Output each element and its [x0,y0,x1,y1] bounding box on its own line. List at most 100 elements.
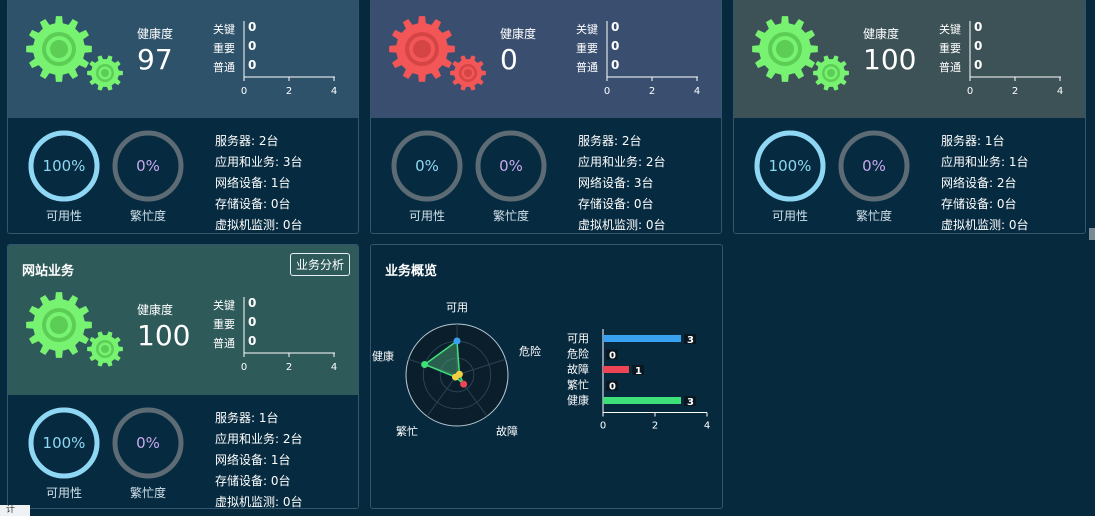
axis-tick-label: 0 [604,86,610,97]
busy-ring: 0% [112,130,184,202]
bar-value-label: 1 [635,366,642,377]
radar-point-0 [453,337,461,345]
level-value: 0 [248,334,256,348]
scrollbar-handle[interactable] [1089,228,1095,240]
radar-label: 故障 [496,424,518,438]
corner-widget: 计 [0,505,30,516]
gear-icon [752,16,849,91]
axis-tick-label: 4 [331,362,337,373]
device-info-item: 服务器: 2台 [578,134,642,148]
device-info-item: 虚拟机监测: 0台 [941,218,1029,232]
overview-card: 业务概览 可用 危险 故障 繁忙 健康 可用 3 危险 0 故障 1 繁忙 0 健康 3 0 2 4 [370,244,723,509]
card-footer: 100% 可用性 0% 繁忙度 服务器: 1台 应用和业务: 2台 网络设备: 1台 存储设备… [8,395,358,508]
device-info-item: 网络设备: 1台 [215,176,291,190]
radar-label: 繁忙 [396,424,418,438]
level-label: 重要 [939,41,961,55]
axis-tick-label: 4 [694,86,700,97]
health-label: 健康度 [500,27,537,41]
level-value: 0 [248,296,256,310]
busy-label: 繁忙度 [492,209,529,223]
level-value: 0 [248,20,256,34]
device-info-item: 存储设备: 0台 [215,197,291,211]
device-info-item: 网络设备: 3台 [578,176,654,190]
level-label: 关键 [213,22,235,36]
device-info-list: 服务器: 2台应用和业务: 2台 网络设备: 3台 存储设备: 0台 虚拟机监测: 0… [578,131,666,233]
device-info-item: 应用和业务: 2台 [578,155,666,169]
availability-value: 100% [768,157,812,175]
alert-level-chart: 关键 0 重要 0 普通 0 0 2 4 [576,20,700,97]
radar-label: 可用 [446,301,468,314]
bar-4 [603,397,681,404]
availability-ring: 0% [391,130,463,202]
axis-tick-label: 4 [1057,86,1063,97]
level-label: 重要 [213,317,235,331]
gear-icon [26,16,123,91]
level-value: 0 [974,20,982,34]
busy-ring: 0% [838,130,910,202]
bar-axis-tick: 4 [704,421,710,432]
bar-0 [603,335,681,342]
level-label: 关键 [939,22,961,36]
radar-label: 健康 [372,349,394,363]
device-info-item: 应用和业务: 3台 [215,155,303,169]
level-label: 普通 [213,336,235,350]
busy-label: 繁忙度 [129,486,166,500]
radar-point-3 [452,373,460,381]
health-value: 100 [863,43,917,76]
level-value: 0 [248,39,256,53]
busy-value: 0% [499,157,523,175]
device-info-item: 虚拟机监测: 0台 [215,218,303,232]
availability-ring: 100% [28,130,100,202]
availability-label: 可用性 [45,486,82,500]
radar-point-4 [421,360,429,368]
level-value: 0 [248,315,256,329]
busy-value: 0% [862,157,886,175]
status-card-1: 100% 可用性 0% 繁忙度 服务器: 2台 应用和业务: 3台 网络设备: 1台 存储设备… [7,0,359,234]
alert-level-chart: 关键 0 重要 0 普通 0 0 2 4 [939,20,1063,97]
device-info-item: 应用和业务: 2台 [215,432,303,446]
device-info-list: 服务器: 1台 应用和业务: 1台 网络设备: 2台 存储设备: 0台 虚拟机监测: 0… [941,131,1029,233]
bar-category-label: 健康 [567,393,589,407]
bar-category-label: 危险 [567,347,589,361]
gear-icon [389,16,486,91]
level-value: 0 [611,58,619,72]
device-info-item: 虚拟机监测: 0台 [578,218,666,232]
bar-value-label: 0 [609,382,616,393]
level-label: 普通 [576,60,598,74]
availability-label: 可用性 [771,209,808,223]
busy-label: 繁忙度 [855,209,892,223]
bar-axis-tick: 0 [600,421,606,432]
device-info-item: 存储设备: 0台 [578,197,654,211]
gear-icon [26,292,123,367]
busy-ring: 0% [475,130,547,202]
level-value: 0 [611,20,619,34]
device-info-item: 服务器: 2台 [215,134,279,148]
axis-tick-label: 2 [649,86,655,97]
health-label: 健康度 [137,303,174,317]
bar-value-label: 3 [687,335,694,346]
axis-tick-label: 0 [967,86,973,97]
level-label: 重要 [576,41,598,55]
bar-value-label: 3 [687,397,694,408]
radar-point-2 [460,380,468,388]
level-label: 普通 [213,60,235,74]
device-info-list: 服务器: 1台 应用和业务: 2台 网络设备: 1台 存储设备: 0台 虚拟机监测: 0… [215,408,303,509]
availability-value: 100% [42,434,86,452]
device-info-item: 服务器: 1台 [215,411,279,425]
level-label: 关键 [213,298,235,312]
level-label: 重要 [213,41,235,55]
alert-level-chart: 关键 0 重要 0 普通 0 0 2 4 [213,296,337,373]
busy-value: 0% [136,434,160,452]
device-info-item: 存储设备: 0台 [941,197,1017,211]
availability-label: 可用性 [408,209,445,223]
device-info-item: 虚拟机监测: 0台 [215,495,303,509]
bar-category-label: 故障 [567,362,589,376]
level-value: 0 [611,39,619,53]
busy-ring: 0% [112,407,184,479]
card-footer: 100% 可用性 0% 繁忙度 服务器: 2台 应用和业务: 3台 网络设备: 1台 存储设备… [8,118,358,233]
business-analysis-button[interactable]: 业务分析 [289,253,350,276]
alert-level-chart: 关键 0 重要 0 普通 0 0 2 4 [213,20,337,97]
status-bar-chart: 可用 3 危险 0 故障 1 繁忙 0 健康 3 0 2 4 [567,329,710,432]
overview-title: 业务概览 [385,264,438,279]
busy-label: 繁忙度 [129,209,166,223]
